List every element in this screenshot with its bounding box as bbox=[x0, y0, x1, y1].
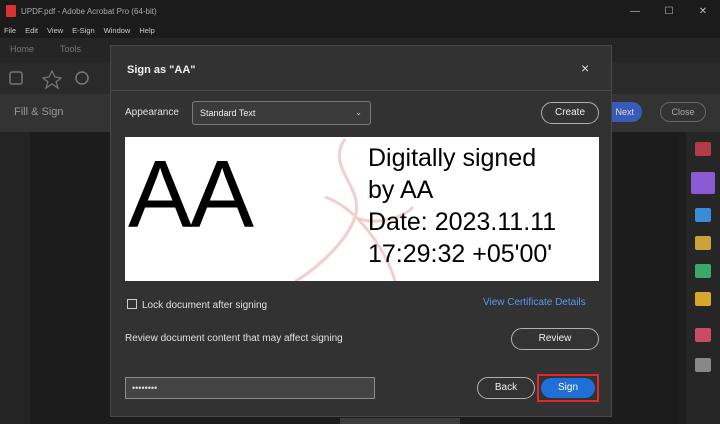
right-tools-rail bbox=[686, 132, 720, 424]
acrobat-icon bbox=[6, 5, 16, 17]
left-panel bbox=[0, 132, 30, 424]
window-controls: — ☐ ✕ bbox=[618, 0, 720, 22]
create-button[interactable]: Create bbox=[541, 102, 599, 124]
signature-text-line-2: by AA bbox=[368, 176, 434, 204]
edit-tool-icon[interactable] bbox=[695, 208, 711, 222]
signature-text-line-4: 17:29:32 +05'00' bbox=[368, 240, 553, 268]
menu-esign[interactable]: E-Sign bbox=[72, 26, 95, 35]
sign-tool-icon[interactable] bbox=[691, 172, 715, 194]
lock-document-label: Lock document after signing bbox=[142, 300, 268, 311]
appearance-value: Standard Text bbox=[200, 108, 256, 118]
appearance-label: Appearance bbox=[125, 107, 179, 118]
comment-tool-icon[interactable] bbox=[695, 292, 711, 306]
sign-button-highlight: Sign bbox=[537, 374, 599, 402]
tab-home[interactable]: Home bbox=[10, 44, 34, 54]
signature-name: AA bbox=[128, 141, 254, 248]
fill-sign-title: Fill & Sign bbox=[14, 106, 64, 118]
menu-edit[interactable]: Edit bbox=[25, 26, 38, 35]
dialog-title: Sign as "AA" bbox=[127, 64, 196, 76]
signature-text-line-3: Date: 2023.11.11 bbox=[368, 208, 557, 236]
review-button[interactable]: Review bbox=[511, 328, 599, 350]
back-button[interactable]: Back bbox=[477, 377, 535, 399]
chevron-down-icon: ⌄ bbox=[355, 108, 362, 117]
window-title: UPDF.pdf - Adobe Acrobat Pro (64-bit) bbox=[21, 6, 157, 16]
view-certificate-link[interactable]: View Certificate Details bbox=[483, 297, 586, 308]
signature-preview: AA Digitally signed by AA Date: 2023.11.… bbox=[125, 137, 599, 281]
close-icon[interactable]: × bbox=[581, 60, 589, 76]
page-strip bbox=[340, 418, 460, 424]
lock-document-checkbox[interactable] bbox=[127, 299, 137, 309]
toolbar-icons bbox=[9, 69, 89, 90]
more-tools-icon[interactable] bbox=[695, 358, 711, 372]
window-close-button[interactable]: ✕ bbox=[686, 0, 720, 22]
sign-button[interactable]: Sign bbox=[541, 378, 595, 398]
menu-file[interactable]: File bbox=[4, 26, 16, 35]
organize-tool-icon[interactable] bbox=[695, 328, 711, 342]
menu-help[interactable]: Help bbox=[139, 26, 154, 35]
menu-window[interactable]: Window bbox=[104, 26, 131, 35]
export-tool-icon[interactable] bbox=[695, 236, 711, 250]
tab-tools[interactable]: Tools bbox=[60, 44, 81, 54]
maximize-button[interactable]: ☐ bbox=[652, 0, 686, 22]
pdf-tool-icon[interactable] bbox=[695, 142, 711, 156]
close-tool-button[interactable]: Close bbox=[660, 102, 706, 122]
minimize-button[interactable]: — bbox=[618, 0, 652, 22]
menu-bar: File Edit View E-Sign Window Help bbox=[0, 22, 720, 38]
password-field[interactable]: •••••••• bbox=[125, 377, 375, 399]
sign-dialog: Sign as "AA" × Appearance Standard Text … bbox=[110, 45, 612, 417]
title-bar: UPDF.pdf - Adobe Acrobat Pro (64-bit) — … bbox=[0, 0, 720, 22]
appearance-select[interactable]: Standard Text ⌄ bbox=[192, 101, 371, 125]
create-tool-icon[interactable] bbox=[695, 264, 711, 278]
signature-text-line-1: Digitally signed bbox=[368, 144, 537, 172]
review-description: Review document content that may affect … bbox=[125, 333, 343, 344]
dialog-divider bbox=[111, 90, 611, 91]
menu-view[interactable]: View bbox=[47, 26, 63, 35]
